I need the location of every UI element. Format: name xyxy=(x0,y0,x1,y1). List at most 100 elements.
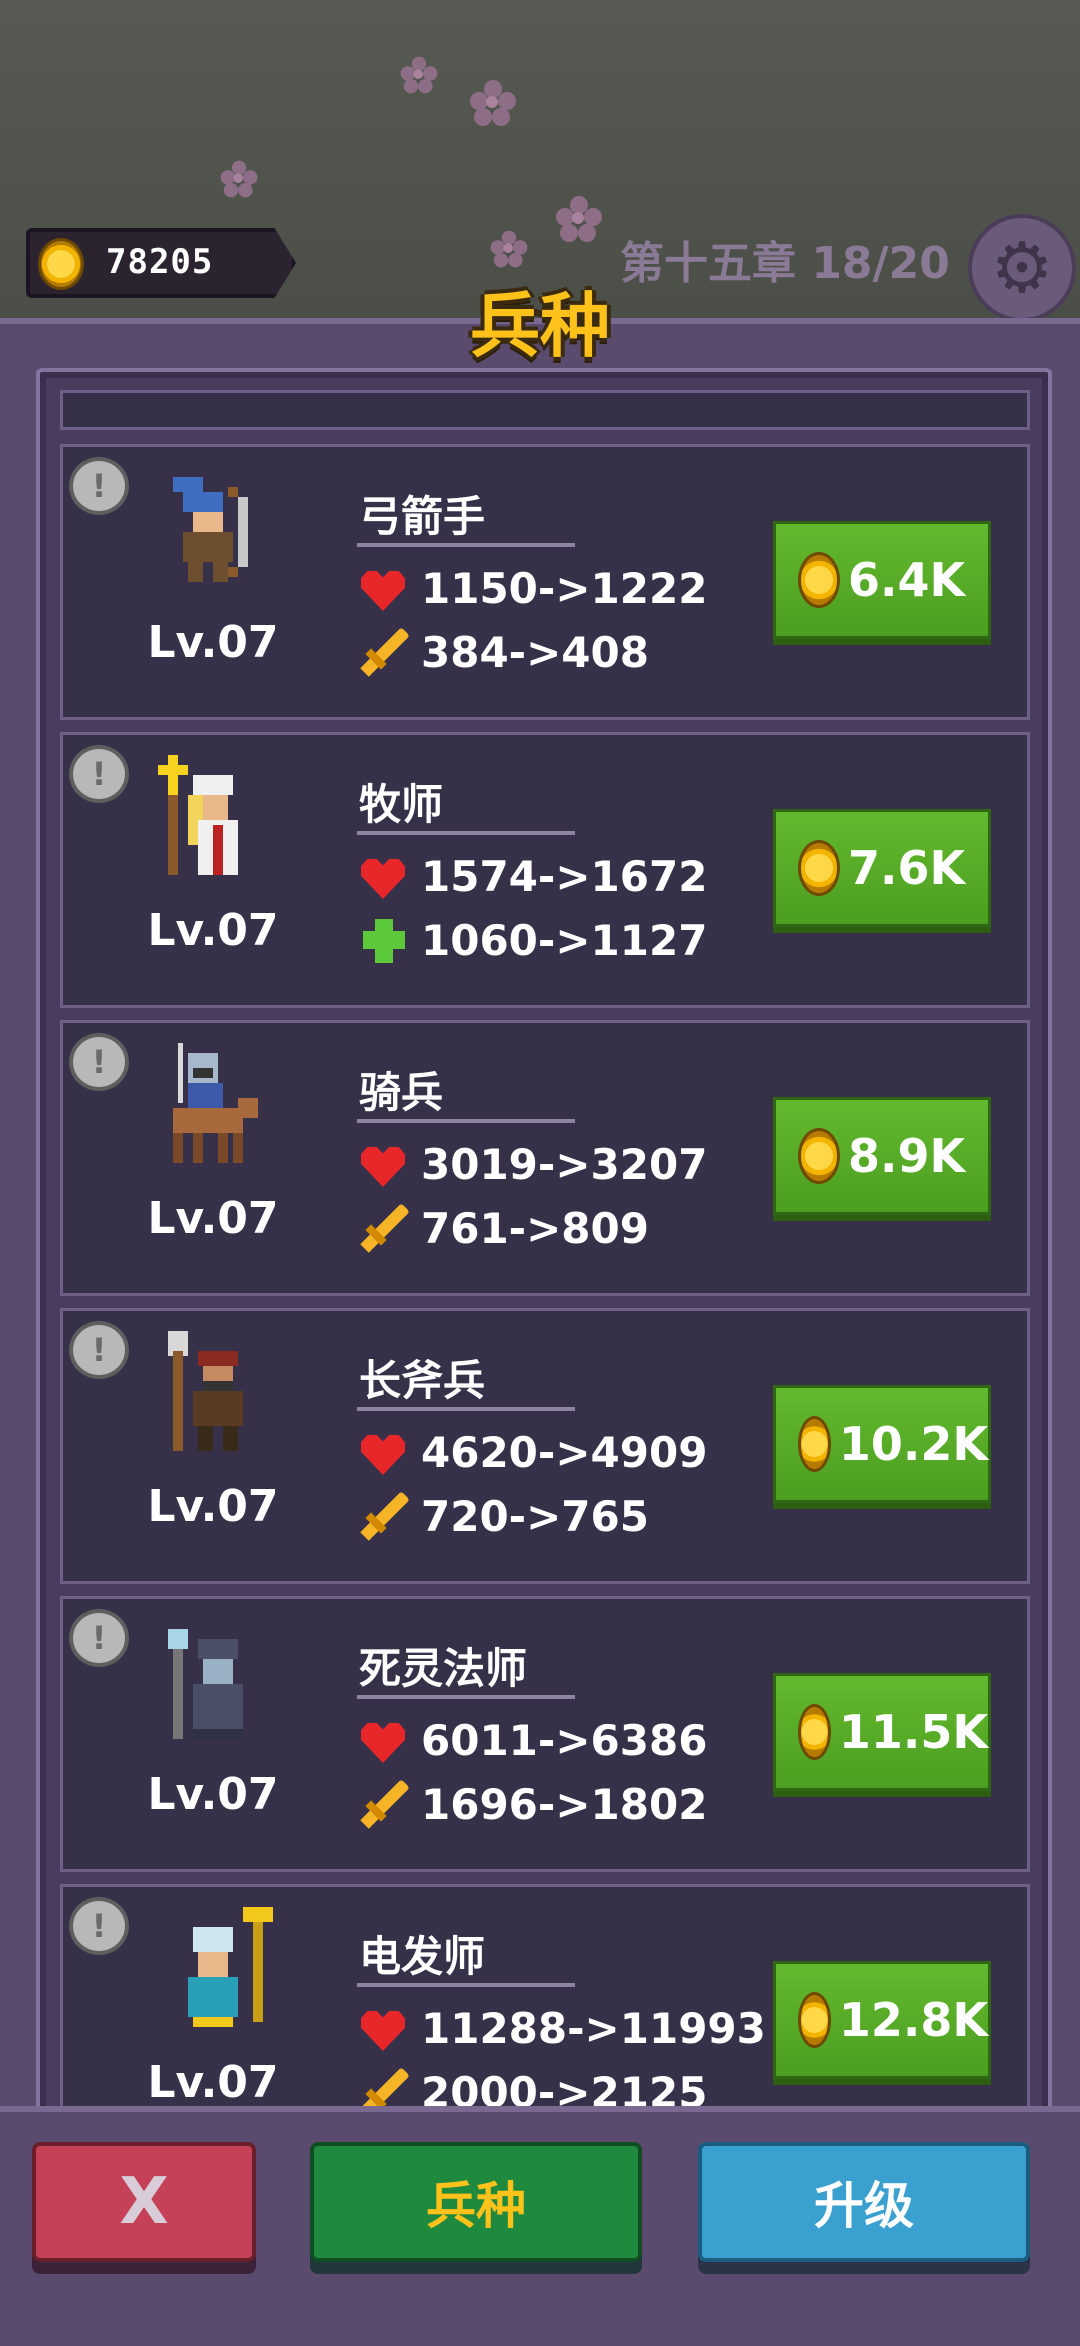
priest-avatar xyxy=(158,755,238,875)
name-divider xyxy=(357,1983,575,1987)
unit-level: Lv.07 xyxy=(147,1769,279,1820)
hp-value: 11288->11993 xyxy=(421,2003,766,2053)
necromancer-avatar xyxy=(168,1629,243,1739)
unit-card-electro-mage: ! Lv.07 电发师 11288->11993 2000->2125 12.8… xyxy=(60,1884,1030,2112)
attack-value: 720->765 xyxy=(421,1491,649,1541)
unit-name: 弓箭手 xyxy=(359,492,486,541)
coin-icon xyxy=(798,1704,831,1760)
flower-decoration xyxy=(556,196,602,242)
hp-value: 1150->1222 xyxy=(421,563,708,613)
unit-level: Lv.07 xyxy=(147,905,279,956)
name-divider xyxy=(357,1119,575,1123)
flower-decoration xyxy=(490,230,528,268)
upgrade-cost-button[interactable]: 11.5K xyxy=(773,1673,991,1791)
hp-stat: 3019->3207 xyxy=(357,1137,707,1191)
halberdier-avatar xyxy=(168,1331,243,1451)
flower-decoration xyxy=(400,56,438,94)
upgrade-cost-button[interactable]: 7.6K xyxy=(773,809,991,927)
unit-level: Lv.07 xyxy=(147,617,279,668)
list-top-strip xyxy=(60,390,1030,430)
hp-value: 1574->1672 xyxy=(421,851,708,901)
sword-icon xyxy=(357,1489,411,1543)
unit-level: Lv.07 xyxy=(147,2057,279,2108)
hp-stat: 11288->11993 xyxy=(357,2001,766,2055)
info-icon[interactable]: ! xyxy=(69,1033,129,1091)
upgrade-tab-label: 升级 xyxy=(814,2177,914,2235)
panel-title: 兵种 xyxy=(470,285,610,367)
name-divider xyxy=(357,831,575,835)
heal-value: 1060->1127 xyxy=(421,915,708,965)
hp-value: 6011->6386 xyxy=(421,1715,708,1765)
heal-plus-icon xyxy=(357,913,411,967)
unit-card-archer: ! Lv.07 弓箭手 1150->1222 384->408 6.4K xyxy=(60,444,1030,720)
hp-stat: 6011->6386 xyxy=(357,1713,707,1767)
cost-value: 10.2K xyxy=(838,1417,988,1471)
heart-icon xyxy=(357,1713,411,1767)
sword-icon xyxy=(357,1201,411,1255)
upgrade-cost-button[interactable]: 10.2K xyxy=(773,1385,991,1503)
hp-value: 3019->3207 xyxy=(421,1139,708,1189)
info-icon[interactable]: ! xyxy=(69,1321,129,1379)
unit-card-halberdier: ! Lv.07 长斧兵 4620->4909 720->765 10.2K xyxy=(60,1308,1030,1584)
cost-value: 7.6K xyxy=(848,841,966,895)
unit-card-priest: ! Lv.07 牧师 1574->1672 1060->1127 7.6K xyxy=(60,732,1030,1008)
flower-decoration xyxy=(220,160,258,198)
hp-stat: 1150->1222 xyxy=(357,561,707,615)
sword-icon xyxy=(357,625,411,679)
electro-mage-avatar xyxy=(188,1907,273,2027)
units-tab-label: 兵种 xyxy=(426,2177,526,2235)
unit-level: Lv.07 xyxy=(147,1193,279,1244)
name-divider xyxy=(357,543,575,547)
hp-value: 4620->4909 xyxy=(421,1427,708,1477)
unit-name: 长斧兵 xyxy=(359,1356,486,1405)
cavalry-avatar xyxy=(173,1043,258,1163)
unit-level: Lv.07 xyxy=(147,1481,279,1532)
attack-stat: 720->765 xyxy=(357,1489,649,1543)
attack-stat: 1696->1802 xyxy=(357,1777,707,1831)
info-icon[interactable]: ! xyxy=(69,745,129,803)
units-tab-button[interactable]: 兵种 xyxy=(310,2142,642,2262)
cost-value: 8.9K xyxy=(848,1129,966,1183)
upgrade-cost-button[interactable]: 6.4K xyxy=(773,521,991,639)
heart-icon xyxy=(357,849,411,903)
upgrade-tab-button[interactable]: 升级 xyxy=(698,2142,1030,2262)
unit-card-cavalry: ! Lv.07 骑兵 3019->3207 761->809 8.9K xyxy=(60,1020,1030,1296)
coin-icon xyxy=(798,1128,840,1184)
attack-value: 384->408 xyxy=(421,627,649,677)
info-icon[interactable]: ! xyxy=(69,1609,129,1667)
attack-stat: 761->809 xyxy=(357,1201,649,1255)
unit-name: 骑兵 xyxy=(359,1068,444,1117)
heart-icon xyxy=(357,2001,411,2055)
coin-icon xyxy=(798,1416,831,1472)
coin-icon xyxy=(798,552,840,608)
upgrade-cost-button[interactable]: 12.8K xyxy=(773,1961,991,2079)
sword-icon xyxy=(357,1777,411,1831)
close-button[interactable]: X xyxy=(32,2142,256,2262)
unit-card-necromancer: ! Lv.07 死灵法师 6011->6386 1696->1802 11.5K xyxy=(60,1596,1030,1872)
close-label: X xyxy=(119,2165,169,2239)
unit-name: 牧师 xyxy=(359,780,444,829)
info-icon[interactable]: ! xyxy=(69,1897,129,1955)
unit-name: 电发师 xyxy=(359,1932,486,1981)
archer-avatar xyxy=(173,477,248,582)
attack-value: 761->809 xyxy=(421,1203,649,1253)
name-divider xyxy=(357,1695,575,1699)
heart-icon xyxy=(357,1137,411,1191)
upgrade-cost-button[interactable]: 8.9K xyxy=(773,1097,991,1215)
heal-stat: 1060->1127 xyxy=(357,913,707,967)
attack-stat: 384->408 xyxy=(357,625,649,679)
unit-name: 死灵法师 xyxy=(359,1644,528,1693)
cost-value: 6.4K xyxy=(848,553,966,607)
attack-value: 1696->1802 xyxy=(421,1779,708,1829)
heart-icon xyxy=(357,561,411,615)
heart-icon xyxy=(357,1425,411,1479)
name-divider xyxy=(357,1407,575,1411)
hp-stat: 1574->1672 xyxy=(357,849,707,903)
info-icon[interactable]: ! xyxy=(69,457,129,515)
cost-value: 11.5K xyxy=(838,1705,988,1759)
unit-list[interactable]: ! Lv.07 弓箭手 1150->1222 384->408 6.4K ! L… xyxy=(36,368,1052,2116)
bottom-action-bar: X 兵种 升级 xyxy=(0,2106,1080,2346)
hp-stat: 4620->4909 xyxy=(357,1425,707,1479)
coin-icon xyxy=(798,840,840,896)
cost-value: 12.8K xyxy=(838,1993,988,2047)
